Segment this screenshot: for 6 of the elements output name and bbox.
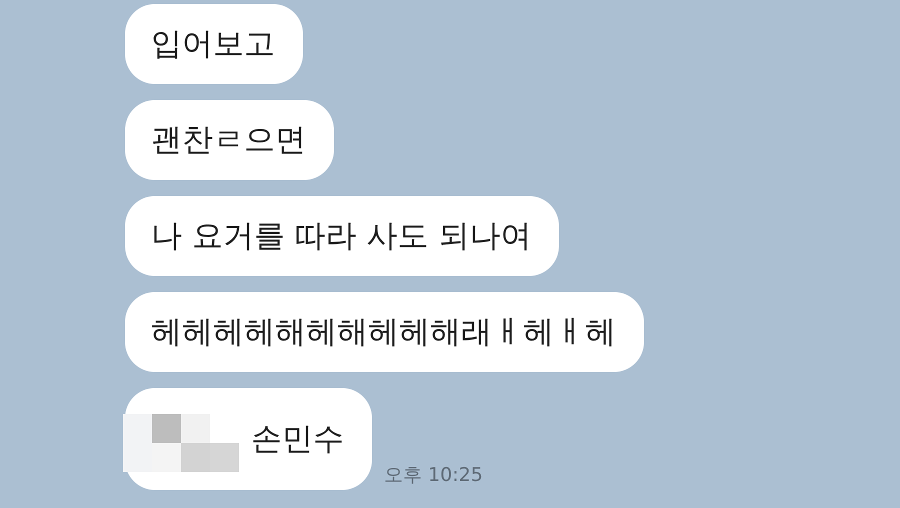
message-bubble: 나 요거를 따라 사도 되나여 [125,196,560,276]
message-time: 오후 10:25 [384,463,483,488]
message-bubble: 괜찬ㄹ으면 [125,100,334,180]
message-bubble: 입어보고 [125,4,303,84]
message-text: 손민수 [251,420,344,459]
message-bubble: 헤헤헤헤해헤해헤헤해래ㅐ헤ㅐ헤 [125,292,644,372]
